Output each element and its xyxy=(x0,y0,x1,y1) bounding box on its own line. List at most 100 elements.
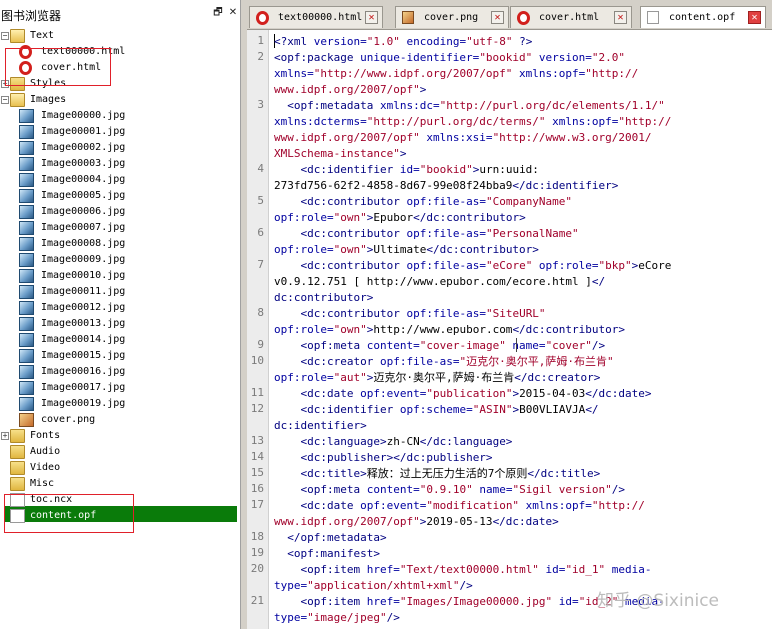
tree-item[interactable]: Image00003.jpg xyxy=(0,156,241,172)
code-token: opf:role= xyxy=(274,211,334,224)
code-token: opf:role= xyxy=(274,371,334,384)
code-token: <dc:contributor xyxy=(300,227,407,240)
tree-item-label: Image00011.jpg xyxy=(41,286,126,297)
code-token: <dc:language> xyxy=(300,435,387,448)
tree-item[interactable]: Image00012.jpg xyxy=(0,300,241,316)
close-panel-icon[interactable]: ✕ xyxy=(227,7,239,19)
code-token: /> xyxy=(591,339,606,352)
float-panel-icon[interactable]: 🗗 xyxy=(212,7,224,19)
image-file-icon xyxy=(19,381,34,395)
editor-tab[interactable]: cover.html ✕ xyxy=(510,6,632,28)
mouse-ibeam-cursor xyxy=(516,338,517,352)
close-tab-icon[interactable]: ✕ xyxy=(491,11,504,24)
code-token: href= xyxy=(366,563,400,576)
editor-tab[interactable]: cover.png ✕ xyxy=(395,6,509,28)
tree-item-label: Image00014.jpg xyxy=(41,334,126,345)
tree-item[interactable]: Image00002.jpg xyxy=(0,140,241,156)
code-token: www.idpf.org/2007/opf" xyxy=(274,515,420,528)
book-browser-header: 图书浏览器 🗗 ✕ xyxy=(0,5,241,25)
close-tab-icon[interactable]: ✕ xyxy=(365,11,378,24)
tree-item[interactable]: Video xyxy=(0,460,241,476)
code-token: "0.9.10" xyxy=(419,483,473,496)
code-token: </opf:metadata> xyxy=(287,531,387,544)
code-token: opf:event= xyxy=(360,499,427,512)
tree-item[interactable]: Image00011.jpg xyxy=(0,284,241,300)
tree-item[interactable]: Audio xyxy=(0,444,241,460)
code-token: </ xyxy=(585,403,599,416)
tree-item[interactable]: + Fonts xyxy=(0,428,241,444)
tree-item[interactable]: Image00005.jpg xyxy=(0,188,241,204)
code-token: <dc:identifier xyxy=(300,403,400,416)
code-token: > xyxy=(419,83,427,96)
code-token: </dc:creator> xyxy=(514,371,601,384)
code-token: "own" xyxy=(333,211,367,224)
tree-item[interactable]: Image00010.jpg xyxy=(0,268,241,284)
line-number: 2 xyxy=(257,50,264,63)
tree-item-label: Image00016.jpg xyxy=(41,366,126,377)
tree-item-label: Image00005.jpg xyxy=(41,190,126,201)
image-file-icon xyxy=(19,125,34,139)
tree-item[interactable]: Image00001.jpg xyxy=(0,124,241,140)
code-token: <opf:metadata xyxy=(287,99,380,112)
code-token: xmlns:opf= xyxy=(512,67,586,80)
code-token: "迈克尔·奥尔平,萨姆·布兰肯" xyxy=(459,355,614,368)
code-editor[interactable]: 1 2 3 4 5 6 7 8 9 10 11 12 13 14 15 16 17 18 19 20 21 <?xml … xyxy=(247,29,772,629)
code-token: <dc:date xyxy=(300,387,361,400)
code-token: "bkp" xyxy=(598,259,632,272)
tree-item-label: Image00019.jpg xyxy=(41,398,126,409)
code-token: </dc:identifier> xyxy=(512,179,619,192)
code-token: xmlns:opf= xyxy=(545,115,619,128)
tree-item-label: Images xyxy=(30,94,67,105)
code-line: xmlns:dcterms="http://purl.org/dc/terms/… xyxy=(274,114,671,130)
tree-item[interactable]: Image00017.jpg xyxy=(0,380,241,396)
code-token: "http://www.idpf.org/2007/opf" xyxy=(313,67,513,80)
image-file-icon xyxy=(19,141,34,155)
expand-toggle-icon[interactable]: − xyxy=(1,32,9,40)
code-token: /> xyxy=(611,483,626,496)
png-file-icon xyxy=(402,11,414,24)
tree-item[interactable]: Image00006.jpg xyxy=(0,204,241,220)
image-file-icon xyxy=(19,349,34,363)
expand-toggle-icon[interactable]: + xyxy=(1,432,9,440)
code-token: xmlns= xyxy=(274,67,314,80)
code-token: ?> xyxy=(512,35,533,48)
tree-item[interactable]: − Text xyxy=(0,28,241,44)
tree-item[interactable]: Image00015.jpg xyxy=(0,348,241,364)
tree-item-label: Image00007.jpg xyxy=(41,222,126,233)
tree-item[interactable]: cover.png xyxy=(0,412,241,428)
close-tab-icon[interactable]: ✕ xyxy=(748,11,761,24)
tree-item[interactable]: Image00009.jpg xyxy=(0,252,241,268)
line-number: 13 xyxy=(250,434,264,447)
code-token: <dc:date xyxy=(300,499,361,512)
editor-tab[interactable]: content.opf ✕ xyxy=(640,6,766,28)
code-line: <dc:publisher></dc:publisher> xyxy=(274,450,493,466)
code-line: opf:role="own">Ultimate</dc:contributor> xyxy=(274,242,539,258)
expand-toggle-icon[interactable]: − xyxy=(1,96,9,104)
tree-item[interactable]: Image00004.jpg xyxy=(0,172,241,188)
tab-label: text00000.html xyxy=(278,12,363,23)
tree-item[interactable]: Image00008.jpg xyxy=(0,236,241,252)
code-token: xmlns:xsi= xyxy=(419,131,493,144)
tree-item[interactable]: Image00000.jpg xyxy=(0,108,241,124)
code-line: <?xml version="1.0" encoding="utf-8" ?> xyxy=(274,34,532,50)
code-token: "http:// xyxy=(585,67,639,80)
close-tab-icon[interactable]: ✕ xyxy=(614,11,627,24)
tree-item[interactable]: Image00007.jpg xyxy=(0,220,241,236)
tree-item[interactable]: Misc xyxy=(0,476,241,492)
code-token: dc:contributor> xyxy=(274,291,374,304)
tree-item-label: cover.png xyxy=(41,414,96,425)
tree-item[interactable]: Image00014.jpg xyxy=(0,332,241,348)
tree-item[interactable]: Image00016.jpg xyxy=(0,364,241,380)
code-token: > xyxy=(399,147,407,160)
tree-item[interactable]: Image00019.jpg xyxy=(0,396,241,412)
editor-tab[interactable]: text00000.html ✕ xyxy=(249,6,383,28)
code-token: id= xyxy=(552,595,579,608)
tree-item[interactable]: Image00013.jpg xyxy=(0,316,241,332)
tree-item[interactable]: − Images xyxy=(0,92,241,108)
